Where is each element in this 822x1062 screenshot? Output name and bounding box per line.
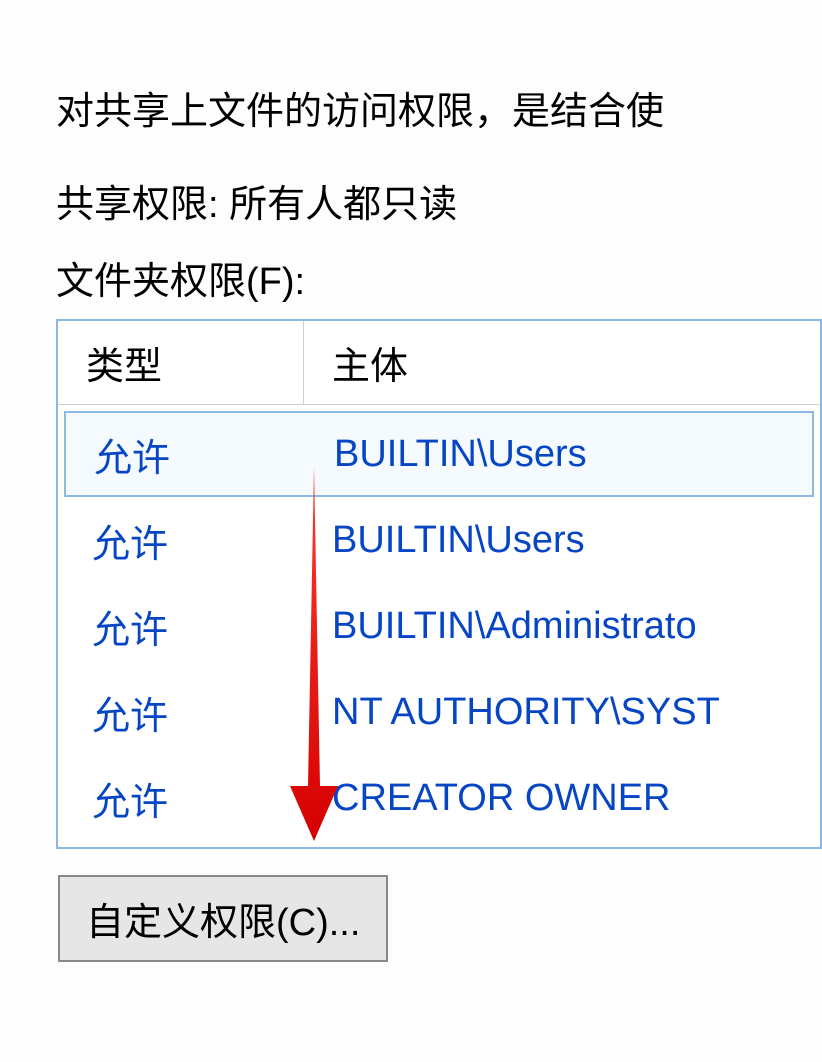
column-header-type[interactable]: 类型 — [58, 321, 304, 404]
table-row[interactable]: 允许CREATOR OWNER — [64, 755, 814, 841]
principal-cell: NT AUTHORITY\SYST — [304, 691, 814, 734]
column-header-principal[interactable]: 主体 — [304, 321, 820, 404]
type-cell: 允许 — [64, 771, 304, 826]
folder-permission-label: 文件夹权限(F): — [56, 250, 822, 305]
table-row[interactable]: 允许BUILTIN\Users — [64, 411, 814, 497]
principal-cell: CREATOR OWNER — [304, 777, 814, 820]
share-permission-text: 共享权限: 所有人都只读 — [56, 173, 822, 228]
table-row[interactable]: 允许BUILTIN\Administrato — [64, 583, 814, 669]
principal-cell: BUILTIN\Administrato — [304, 605, 814, 648]
type-cell: 允许 — [64, 513, 304, 568]
table-body: 允许BUILTIN\Users允许BUILTIN\Users允许BUILTIN\… — [58, 405, 820, 847]
permissions-table: 类型 主体 允许BUILTIN\Users允许BUILTIN\Users允许BU… — [56, 319, 822, 849]
principal-cell: BUILTIN\Users — [304, 519, 814, 562]
customize-permissions-button[interactable]: 自定义权限(C)... — [58, 875, 388, 962]
type-cell: 允许 — [64, 599, 304, 654]
description-text: 对共享上文件的访问权限，是结合使 — [56, 80, 822, 135]
type-cell: 允许 — [66, 427, 306, 482]
principal-cell: BUILTIN\Users — [306, 433, 812, 476]
table-row[interactable]: 允许NT AUTHORITY\SYST — [64, 669, 814, 755]
type-cell: 允许 — [64, 685, 304, 740]
table-row[interactable]: 允许BUILTIN\Users — [64, 497, 814, 583]
table-header: 类型 主体 — [58, 321, 820, 405]
